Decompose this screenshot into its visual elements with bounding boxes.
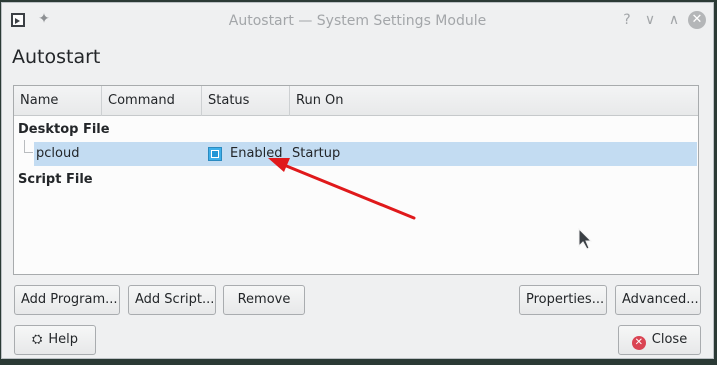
tree-header: Name Command Status Run On bbox=[14, 86, 698, 116]
table-row[interactable]: pcloud Enabled Startup bbox=[34, 142, 697, 166]
group-desktop-file[interactable]: Desktop File bbox=[18, 122, 110, 137]
close-window-button[interactable]: ✕ bbox=[688, 11, 706, 29]
page-title: Autostart bbox=[12, 46, 101, 68]
column-header-status[interactable]: Status bbox=[202, 86, 290, 116]
column-header-command[interactable]: Command bbox=[102, 86, 202, 116]
row-name: pcloud bbox=[36, 146, 80, 161]
column-header-run-on[interactable]: Run On bbox=[290, 86, 697, 116]
status-checkbox[interactable] bbox=[208, 147, 222, 161]
help-button[interactable]: ⛭ Help bbox=[14, 325, 96, 355]
window-title: Autostart — System Settings Module bbox=[228, 13, 487, 29]
column-header-name[interactable]: Name bbox=[14, 86, 102, 116]
remove-button[interactable]: Remove bbox=[223, 285, 305, 315]
help-title-button[interactable]: ? bbox=[618, 11, 636, 29]
close-circle-icon: ✕ bbox=[631, 336, 646, 350]
lifebuoy-icon: ⛭ bbox=[31, 332, 43, 347]
autostart-tree[interactable]: Name Command Status Run On Desktop File … bbox=[13, 85, 699, 275]
advanced-button[interactable]: Advanced... bbox=[615, 285, 701, 315]
row-status: Enabled bbox=[230, 146, 283, 161]
properties-button[interactable]: Properties... bbox=[519, 285, 607, 315]
group-script-file[interactable]: Script File bbox=[18, 172, 93, 187]
autostart-window: ✦ Autostart — System Settings Module ? ∨… bbox=[1, 2, 714, 359]
close-button-label: Close bbox=[651, 332, 688, 347]
add-script-button[interactable]: Add Script... bbox=[128, 285, 216, 315]
tree-branch-line bbox=[24, 140, 33, 153]
maximize-button[interactable]: ∧ bbox=[665, 11, 683, 29]
close-button[interactable]: ✕ Close bbox=[618, 325, 701, 355]
title-bar[interactable]: ✦ Autostart — System Settings Module ? ∨… bbox=[2, 3, 713, 39]
row-run-on: Startup bbox=[292, 146, 341, 161]
minimize-button[interactable]: ∨ bbox=[641, 11, 659, 29]
add-program-button[interactable]: Add Program... bbox=[14, 285, 120, 315]
help-button-label: Help bbox=[48, 332, 79, 347]
